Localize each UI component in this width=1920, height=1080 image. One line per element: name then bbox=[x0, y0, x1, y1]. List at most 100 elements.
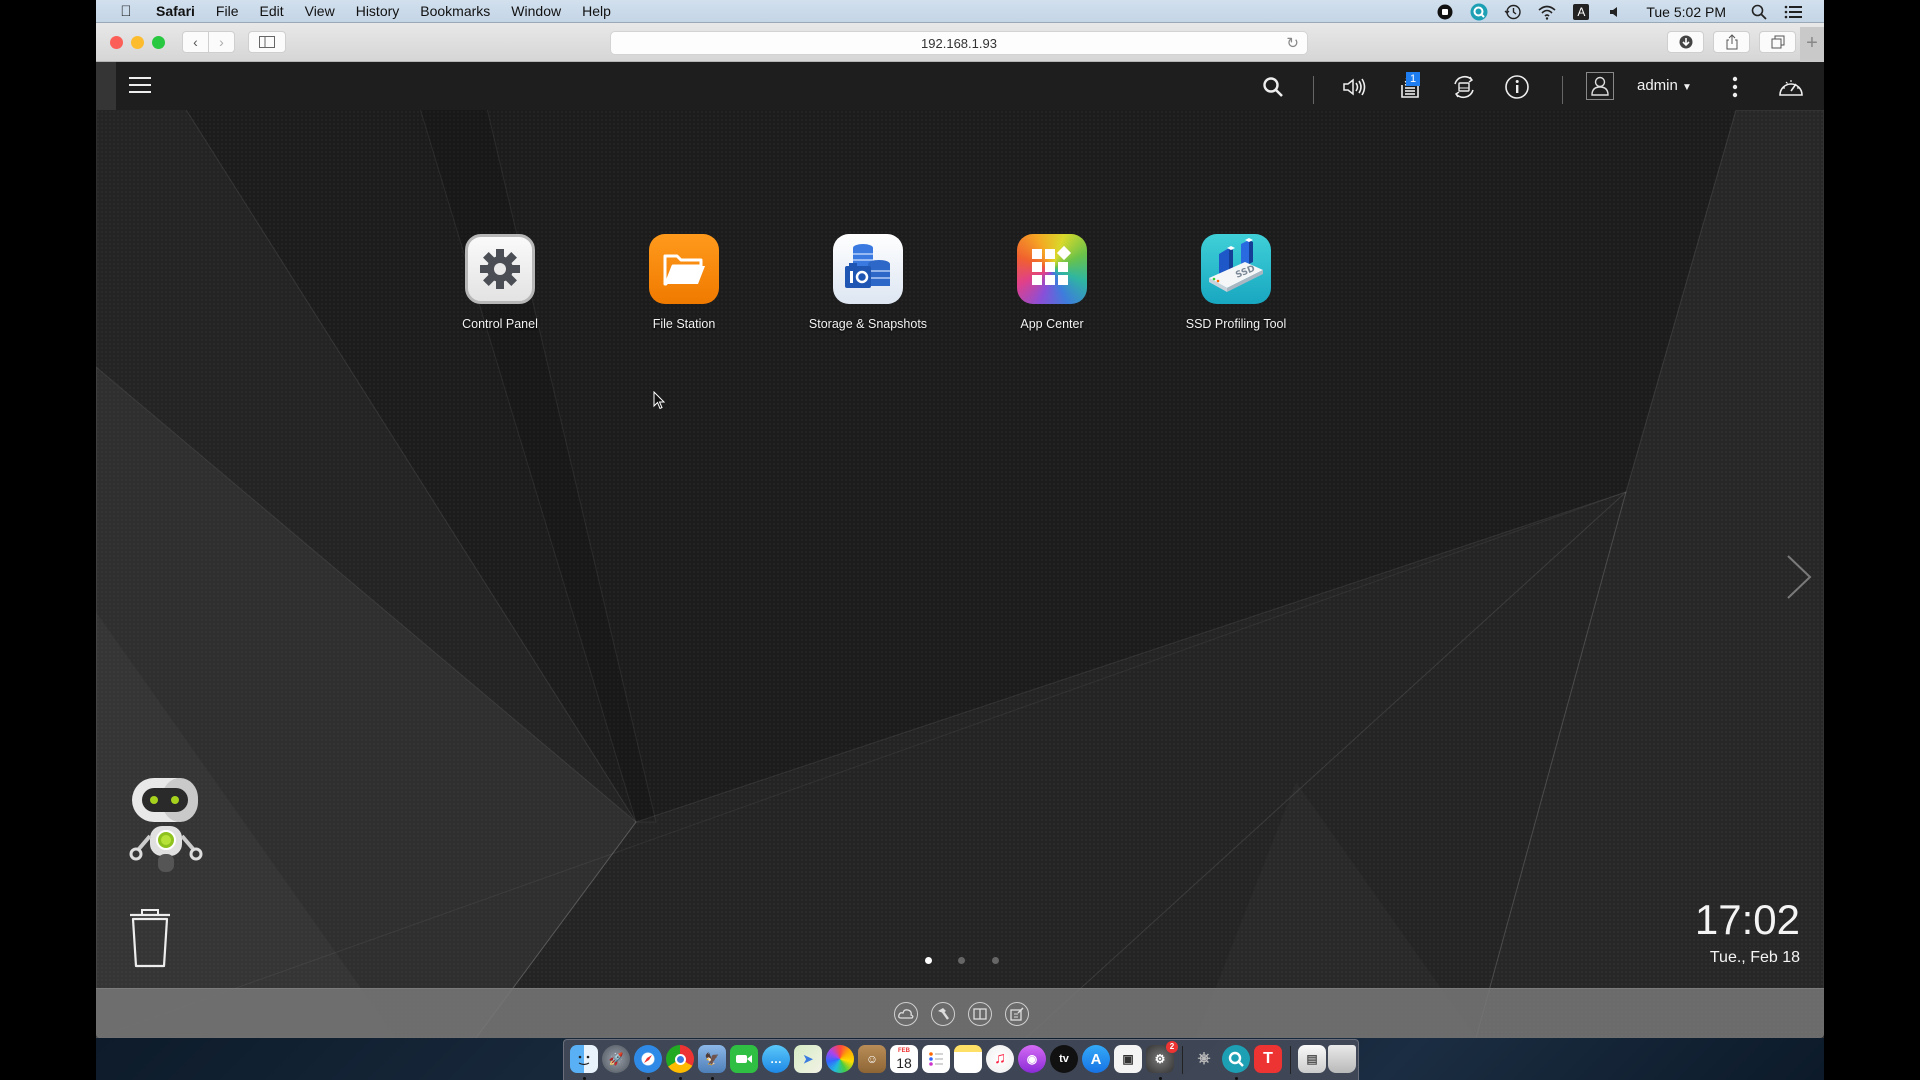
tv-label: tv bbox=[1059, 1053, 1069, 1065]
qhelpdesk-robot-icon[interactable] bbox=[118, 774, 214, 884]
hamburger-menu-icon[interactable] bbox=[129, 77, 151, 95]
search-icon[interactable] bbox=[1258, 72, 1288, 102]
menu-help[interactable]: Help bbox=[582, 3, 611, 19]
dock-calendar-icon[interactable]: FEB 18 bbox=[890, 1045, 918, 1073]
chevron-right-icon: › bbox=[219, 34, 224, 50]
mac-menubar:  Safari File Edit View History Bookmark… bbox=[96, 0, 1824, 23]
dock-screenshot-icon[interactable]: ▣ bbox=[1114, 1045, 1142, 1073]
more-options-icon[interactable] bbox=[1720, 72, 1750, 102]
dock-preview-icon[interactable]: 🦅 bbox=[698, 1045, 726, 1073]
dock-utility-icon[interactable]: ⎈ bbox=[1190, 1045, 1218, 1073]
page-indicator-1[interactable] bbox=[925, 957, 932, 964]
apple-menu-icon[interactable]:  bbox=[116, 3, 136, 20]
menu-handle[interactable] bbox=[96, 62, 116, 110]
external-device-icon[interactable] bbox=[1449, 72, 1479, 102]
next-page-chevron-icon[interactable] bbox=[1784, 552, 1814, 602]
tab-overview-button[interactable] bbox=[1759, 31, 1796, 53]
nas-top-bar: 1 admin ▼ bbox=[96, 62, 1824, 110]
menu-file[interactable]: File bbox=[216, 3, 239, 19]
volume-icon[interactable] bbox=[1339, 72, 1369, 102]
caret-down-icon: ▼ bbox=[1682, 82, 1692, 93]
calendar-day: 18 bbox=[896, 1055, 912, 1071]
zoom-window-button[interactable] bbox=[152, 36, 165, 49]
qfinder-icon[interactable] bbox=[1468, 3, 1490, 21]
minimize-window-button[interactable] bbox=[131, 36, 144, 49]
reload-icon[interactable]: ↻ bbox=[1286, 34, 1299, 52]
address-bar[interactable]: 192.168.1.93 ↻ bbox=[610, 31, 1308, 55]
desktop-clock-time: 17:02 bbox=[1694, 896, 1800, 943]
input-source-icon[interactable]: A bbox=[1570, 3, 1592, 21]
user-avatar-icon[interactable] bbox=[1586, 72, 1614, 100]
notification-center-icon[interactable] bbox=[1782, 3, 1804, 21]
app-label: Control Panel bbox=[462, 317, 538, 331]
dock-contacts-icon[interactable]: ☺ bbox=[858, 1045, 886, 1073]
utility-tools-icon[interactable] bbox=[931, 1002, 955, 1026]
dock-typora-icon[interactable]: T bbox=[1254, 1045, 1282, 1073]
sidebar-toggle-button[interactable] bbox=[248, 31, 286, 53]
myqnapcloud-icon[interactable] bbox=[894, 1002, 918, 1026]
dock-chrome-icon[interactable] bbox=[666, 1045, 694, 1073]
app-storage-snapshots[interactable]: Storage & Snapshots bbox=[788, 234, 948, 331]
dock-launchpad-icon[interactable]: 🚀 bbox=[602, 1045, 630, 1073]
dock-system-preferences-icon[interactable]: ⚙ 2 bbox=[1146, 1041, 1178, 1073]
app-ssd-profiling-tool[interactable]: SSD SSD Profiling Tool bbox=[1156, 234, 1316, 331]
dock-app-store-icon[interactable]: A bbox=[1082, 1045, 1110, 1073]
menu-app-name[interactable]: Safari bbox=[156, 3, 195, 19]
volume-icon[interactable] bbox=[1604, 3, 1626, 21]
menu-view[interactable]: View bbox=[305, 3, 335, 19]
spotlight-icon[interactable] bbox=[1748, 3, 1770, 21]
back-button[interactable]: ‹ bbox=[182, 31, 209, 53]
notification-badge: 1 bbox=[1406, 72, 1420, 86]
dock-qfinder-icon[interactable] bbox=[1222, 1045, 1250, 1073]
wifi-icon[interactable] bbox=[1536, 3, 1558, 21]
divider bbox=[1562, 76, 1563, 104]
app-label: File Station bbox=[652, 317, 716, 331]
page-indicator-2[interactable] bbox=[958, 957, 965, 964]
forward-button[interactable]: › bbox=[208, 31, 235, 53]
tabs-icon bbox=[1771, 35, 1784, 49]
divider bbox=[1313, 76, 1314, 104]
dock-safari-icon[interactable] bbox=[634, 1045, 662, 1073]
dock-podcasts-icon[interactable]: ◉ bbox=[1018, 1045, 1046, 1073]
desktop-bottom-bar bbox=[96, 988, 1824, 1038]
dock-maps-icon[interactable]: ➤ bbox=[794, 1045, 822, 1073]
recycle-bin-icon[interactable] bbox=[126, 908, 174, 970]
menu-edit[interactable]: Edit bbox=[259, 3, 283, 19]
dock-tv-icon[interactable]: tv bbox=[1050, 1045, 1078, 1073]
dashboard-gauge-icon[interactable] bbox=[1776, 72, 1806, 102]
app-label: SSD Profiling Tool bbox=[1185, 317, 1287, 331]
page-indicator-3[interactable] bbox=[992, 957, 999, 964]
dock-finder-icon[interactable] bbox=[570, 1045, 598, 1073]
dock-facetime-icon[interactable] bbox=[730, 1045, 758, 1073]
dock-trash-icon[interactable] bbox=[1328, 1045, 1356, 1073]
notification-info-icon[interactable] bbox=[1502, 72, 1532, 102]
app-control-panel[interactable]: Control Panel bbox=[420, 234, 580, 331]
user-menu[interactable]: admin ▼ bbox=[1637, 77, 1692, 94]
dock-document-icon[interactable]: ▤ bbox=[1298, 1045, 1326, 1073]
feedback-icon[interactable] bbox=[1005, 1002, 1029, 1026]
menu-history[interactable]: History bbox=[356, 3, 400, 19]
app-center-icon bbox=[1017, 234, 1087, 304]
new-tab-button[interactable]: + bbox=[1800, 27, 1824, 62]
notification-badge: 2 bbox=[1166, 1041, 1178, 1053]
download-icon bbox=[1679, 35, 1692, 49]
close-window-button[interactable] bbox=[110, 36, 123, 49]
downloads-button[interactable] bbox=[1667, 31, 1704, 53]
record-stop-icon[interactable] bbox=[1434, 3, 1456, 21]
url-text: 192.168.1.93 bbox=[921, 35, 997, 51]
menu-window[interactable]: Window bbox=[511, 3, 561, 19]
app-file-station[interactable]: File Station bbox=[604, 234, 764, 331]
dock-reminders-icon[interactable] bbox=[922, 1045, 950, 1073]
share-button[interactable] bbox=[1713, 31, 1750, 53]
menu-bookmarks[interactable]: Bookmarks bbox=[420, 3, 490, 19]
menubar-clock[interactable]: Tue 5:02 PM bbox=[1646, 4, 1726, 20]
dock-music-icon[interactable]: ♫ bbox=[986, 1045, 1014, 1073]
dock-notes-icon[interactable] bbox=[954, 1045, 982, 1073]
chevron-left-icon: ‹ bbox=[193, 34, 198, 50]
dock-photos-icon[interactable] bbox=[826, 1045, 854, 1073]
app-app-center[interactable]: App Center bbox=[972, 234, 1132, 331]
share-icon bbox=[1726, 34, 1737, 50]
time-machine-icon[interactable] bbox=[1502, 3, 1524, 21]
dock-messages-icon[interactable]: … bbox=[762, 1045, 790, 1073]
help-manual-icon[interactable] bbox=[968, 1002, 992, 1026]
